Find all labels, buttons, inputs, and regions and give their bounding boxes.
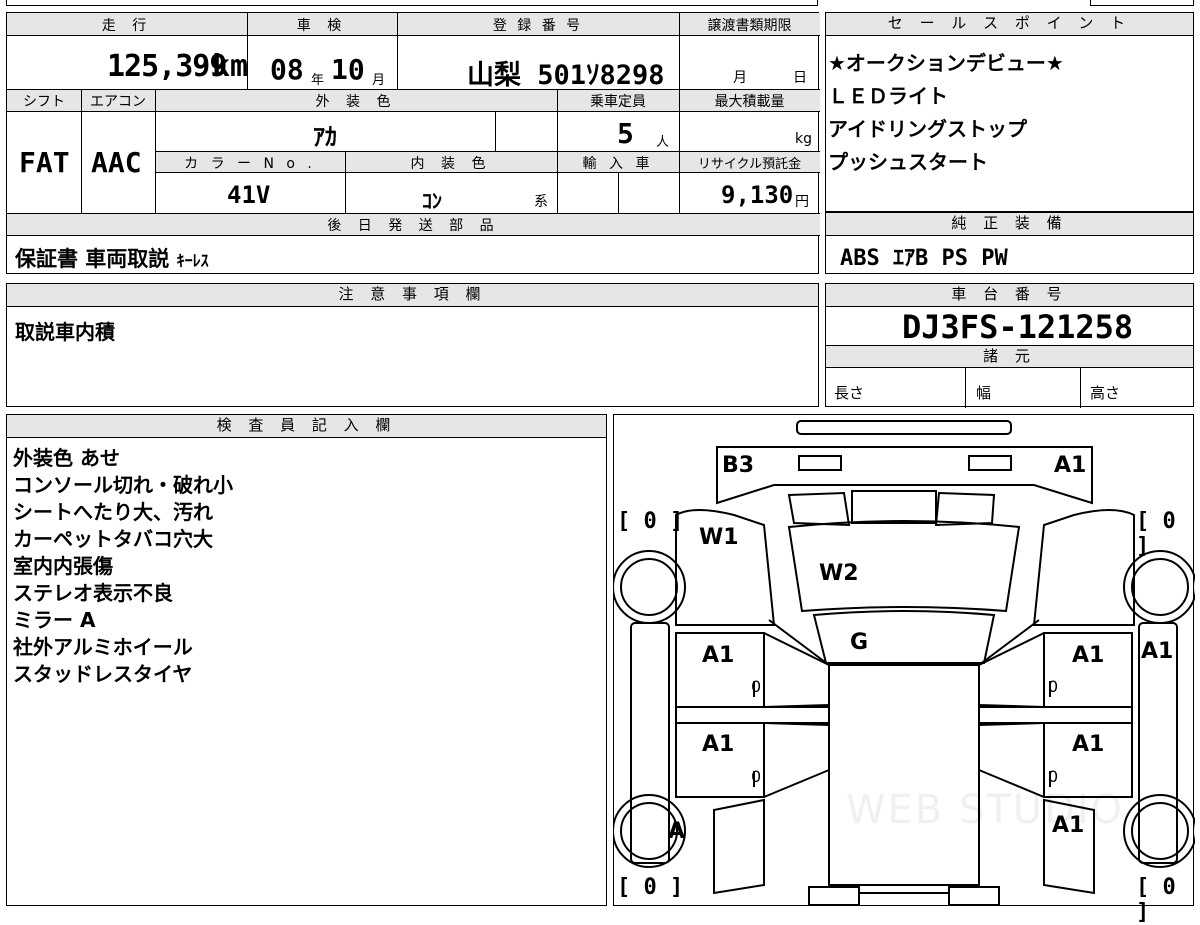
later-parts-value: 保証書 車両取説 ｷｰﾚｽ — [15, 247, 209, 271]
spec-length-label: 長さ — [834, 384, 865, 402]
exterior-color-value: ｱｶ — [313, 123, 337, 151]
damage-g-roof: G — [850, 630, 869, 655]
damage-w1-left: W1 — [699, 525, 739, 550]
registration-value: 山梨 501ｿ8298 — [467, 60, 665, 91]
damage-a1-right-fender: A1 — [1141, 639, 1174, 664]
shaken-month: 10 — [331, 53, 365, 86]
door-zero-front-left: 0 — [751, 677, 762, 696]
interior-color-value: ｺﾝ — [422, 189, 442, 213]
tire-front-right-score: [ 0 ] — [1136, 509, 1176, 559]
max-load-label: 最大積載量 — [714, 94, 785, 110]
later-parts-label: 後 日 発 送 部 品 — [327, 218, 500, 234]
transfer-deadline-label: 譲渡書類期限 — [707, 18, 792, 34]
car-damage-diagram: [ 0 ] [ 0 ] [ 0 ] [ 0 ] B3 A1 W1 W2 G A1… — [613, 414, 1195, 925]
shift-label: シフト — [23, 94, 65, 110]
equipment-label: 純 正 装 備 — [826, 213, 1193, 236]
interior-color-label: 内 装 色 — [410, 156, 492, 172]
sales-point-item-2: ＬＥＤライト — [828, 84, 948, 108]
ac-label: エアコン — [90, 94, 146, 110]
recycle-deposit-unit: 円 — [795, 194, 809, 210]
notes-value: 取説車内積 — [15, 320, 115, 344]
chassis-label: 車 台 番 号 — [826, 284, 1193, 307]
exterior-color-label: 外 装 色 — [315, 94, 397, 110]
inspector-line-7: ミラー A — [13, 608, 96, 632]
registration-label: 登 録 番 号 — [492, 18, 584, 34]
shaken-label: 車 検 — [296, 18, 348, 34]
damage-w2-windshield: W2 — [819, 561, 859, 586]
mileage-value: 125,399 — [107, 49, 227, 84]
damage-a1-front-right: A1 — [1054, 453, 1087, 478]
top-clipped-strip-right — [1090, 0, 1194, 6]
interior-color-suffix: 系 — [534, 194, 548, 210]
chassis-number: DJ3FS-121258 — [902, 308, 1134, 346]
equipment-value: ABS ｴｱB PS PW — [840, 246, 1008, 271]
specs-label: 諸 元 — [826, 345, 1193, 368]
chassis-panel: 車 台 番 号 DJ3FS-121258 諸 元 長さ 幅 高さ — [825, 283, 1194, 408]
inspector-line-1: 外装色 あせ — [13, 446, 120, 470]
inspector-line-5: 室内内張傷 — [13, 554, 113, 578]
inspector-line-6: ステレオ表示不良 — [13, 581, 173, 605]
sales-point-item-3: アイドリングストップ — [828, 117, 1027, 141]
inspector-panel: 検 査 員 記 入 欄 外装色 あせ コンソール切れ・破れ小 シートへたり大、汚… — [6, 414, 607, 906]
mileage-label: 走 行 — [101, 18, 153, 34]
door-zero-rear-left: 0 — [751, 767, 762, 786]
shift-value: FAT — [19, 146, 70, 179]
shaken-year: 08 — [270, 53, 304, 86]
watermark: WEB STUDIO — [846, 787, 1125, 833]
sales-point-panel: セ ー ル ス ポ イ ン ト ★オークションデビュー★ ＬＥＤライト アイドリ… — [825, 12, 1194, 212]
tire-front-left-score: [ 0 ] — [617, 509, 684, 534]
ac-value: AAC — [91, 146, 142, 179]
damage-b3-front: B3 — [722, 453, 755, 478]
capacity-label: 乗車定員 — [590, 94, 646, 110]
sales-point-label: セ ー ル ス ポ イ ン ト — [826, 13, 1193, 36]
inspector-line-8: 社外アルミホイール — [13, 635, 193, 659]
inspector-line-3: シートへたり大、汚れ — [13, 500, 213, 524]
damage-a1-left-rear-door: A1 — [702, 732, 735, 757]
capacity-unit: 人 — [656, 135, 670, 150]
damage-a-left-rear-wheel: A — [668, 819, 686, 844]
sales-point-item-1: ★オークションデビュー★ — [828, 51, 1064, 75]
import-car-label: 輸 入 車 — [582, 156, 654, 172]
inspector-line-2: コンソール切れ・破れ小 — [13, 473, 233, 497]
top-clipped-strip — [6, 0, 818, 6]
damage-a1-left-front-door: A1 — [702, 643, 735, 668]
inspector-line-4: カーペットタバコ穴大 — [13, 527, 213, 551]
recycle-deposit-label: リサイクル預託金 — [697, 157, 802, 172]
transfer-day-unit: 日 — [793, 70, 807, 86]
color-no-label: カ ラ ー N o . — [184, 156, 316, 172]
door-zero-front-right: 0 — [1048, 677, 1059, 696]
damage-a1-right-rear-door: A1 — [1072, 732, 1105, 757]
sales-point-item-4: プッシュスタート — [828, 150, 988, 174]
damage-a1-right-front-door: A1 — [1072, 643, 1105, 668]
mileage-unit: km — [212, 49, 249, 84]
shaken-month-unit: 月 — [372, 73, 386, 88]
shaken-year-unit: 年 — [311, 73, 325, 88]
tire-rear-right-score: [ 0 ] — [1136, 875, 1176, 925]
spec-width-label: 幅 — [976, 384, 992, 402]
max-load-unit: kg — [795, 131, 812, 147]
door-zero-rear-right: 0 — [1048, 767, 1059, 786]
capacity-value: 5 — [617, 117, 634, 150]
transfer-month-unit: 月 — [733, 70, 747, 86]
inspector-line-9: スタッドレスタイヤ — [13, 662, 193, 686]
notes-label: 注 意 事 項 欄 — [7, 284, 818, 307]
spec-height-label: 高さ — [1090, 384, 1121, 402]
recycle-deposit-value: 9,130 — [721, 181, 794, 209]
tire-rear-left-score: [ 0 ] — [617, 875, 684, 900]
inspector-label: 検 査 員 記 入 欄 — [7, 415, 606, 438]
equipment-panel: 純 正 装 備 ABS ｴｱB PS PW — [825, 212, 1194, 274]
notes-panel: 注 意 事 項 欄 取説車内積 — [6, 283, 819, 407]
color-no-value: 41V — [227, 181, 271, 209]
vehicle-info-table: 走 行 車 検 登 録 番 号 譲渡書類期限 125,399 km 08 年 1… — [6, 12, 820, 274]
